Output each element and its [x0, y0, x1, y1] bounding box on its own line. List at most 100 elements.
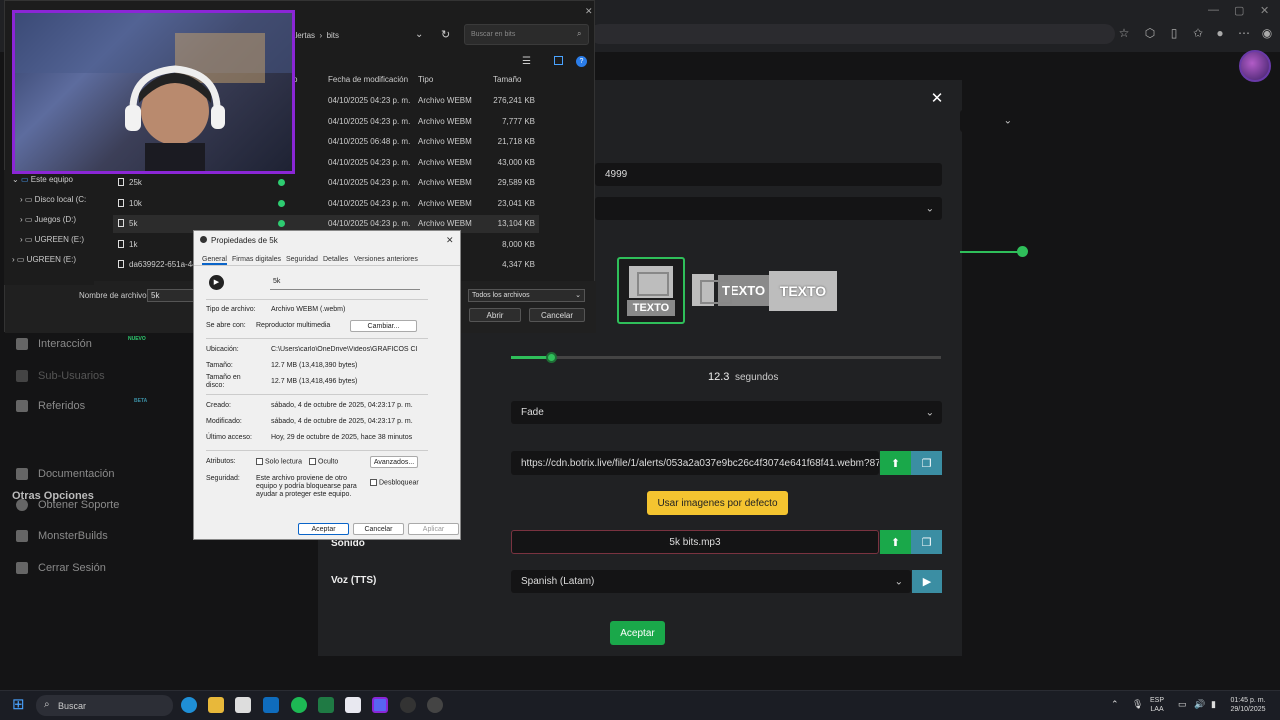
sound-file-input[interactable]: 5k bits.mp3: [511, 530, 879, 554]
explorer-cancel-button[interactable]: Cancelar: [529, 308, 585, 322]
advanced-button[interactable]: Avanzados...: [370, 456, 418, 468]
voice-label: Voz (TTS): [331, 575, 377, 586]
file-type-select[interactable]: Todos los archivos ⌄: [468, 289, 585, 302]
view-list-icon[interactable]: ☰: [522, 56, 531, 67]
open-button[interactable]: Abrir: [469, 308, 521, 322]
file-name: da639922-651a-444: [129, 260, 202, 269]
properties-ok-button[interactable]: Aceptar: [298, 523, 349, 535]
windows-start-icon[interactable]: ⊞: [12, 697, 28, 713]
close-dialog-icon[interactable]: ✕: [585, 6, 593, 17]
outlook-icon[interactable]: [263, 697, 279, 713]
tree-item-disco-c[interactable]: › ▭ Disco local (C:: [20, 195, 86, 204]
properties-apply-button[interactable]: Aplicar: [408, 523, 459, 535]
properties-cancel-button[interactable]: Cancelar: [353, 523, 404, 535]
file-name-field[interactable]: 5k: [270, 277, 420, 290]
readonly-checkbox[interactable]: Solo lectura: [256, 458, 302, 465]
change-button[interactable]: Cambiar...: [350, 320, 417, 332]
file-type: Archivo WEBM: [418, 178, 472, 187]
clock[interactable]: 01:45 p. m. 29/10/2025: [1226, 696, 1270, 714]
tab-firmas[interactable]: Firmas digitales: [232, 256, 281, 263]
minimize-icon[interactable]: —: [1208, 4, 1219, 16]
network-icon[interactable]: ▭: [1178, 700, 1187, 709]
sidebar-item-subusuarios[interactable]: Sub-Usuarios: [16, 370, 105, 382]
column-type[interactable]: Tipo: [418, 75, 433, 84]
location-value: C:\Users\carlo\OneDrive\Videos\GRAFICOS …: [271, 346, 418, 353]
store-icon[interactable]: [235, 697, 251, 713]
gallery-sound-button[interactable]: ❐: [911, 530, 942, 554]
tree-item-este-equipo[interactable]: ⌄ ▭ Este equipo: [12, 175, 73, 184]
layout-option-image-left[interactable]: TEXTO: [692, 274, 770, 306]
image-url-input[interactable]: https://cdn.botrix.live/file/1/alerts/05…: [511, 451, 879, 475]
amount-input[interactable]: 4999: [595, 163, 942, 186]
layout-option-image-top[interactable]: TEXTO: [617, 257, 685, 324]
app-icon[interactable]: [345, 697, 361, 713]
hidden-checkbox[interactable]: Oculto: [309, 458, 338, 465]
refresh-icon[interactable]: ↻: [441, 28, 450, 41]
language-indicator[interactable]: ESP LAA: [1150, 696, 1164, 714]
volume-icon[interactable]: 🔊: [1194, 700, 1205, 709]
tab-general[interactable]: General: [202, 256, 227, 265]
copilot-icon[interactable]: ◉: [1260, 26, 1274, 40]
gallery-image-button[interactable]: ❐: [911, 451, 942, 475]
explorer-search-input[interactable]: Buscar en bits: [464, 24, 589, 45]
favorites-icon[interactable]: ✩: [1191, 26, 1205, 40]
tab-seguridad[interactable]: Seguridad: [286, 256, 318, 263]
close-window-icon[interactable]: ✕: [1260, 4, 1269, 17]
tree-item-ugreen-e-2[interactable]: › ▭ UGREEN (E:): [12, 255, 76, 264]
type-select[interactable]: ⌄: [595, 197, 942, 220]
extensions-icon[interactable]: ⬡: [1143, 26, 1157, 40]
properties-close-icon[interactable]: ✕: [446, 235, 454, 246]
profile-icon[interactable]: ●: [1213, 26, 1227, 40]
unblock-checkbox[interactable]: Desbloquear: [370, 479, 419, 486]
microphone-icon[interactable]: 🎙: [1132, 700, 1143, 709]
column-size[interactable]: Tamaño: [493, 75, 521, 84]
layout-option-overlay[interactable]: TEXTO: [769, 271, 837, 311]
tree-item-ugreen-e[interactable]: › ▭ UGREEN (E:): [20, 235, 84, 244]
chevron-up-icon[interactable]: ⌃: [1111, 700, 1119, 709]
user-avatar[interactable]: [1239, 50, 1271, 82]
preview-pane-icon[interactable]: [554, 56, 563, 65]
taskbar-search[interactable]: ⌕ Buscar: [36, 695, 173, 716]
spotify-icon[interactable]: [291, 697, 307, 713]
sidebar-item-monsterbuilds[interactable]: MonsterBuilds: [16, 530, 108, 542]
sidebar-item-cerrar-sesion[interactable]: Cerrar Sesión: [16, 562, 106, 574]
divider: [206, 394, 428, 395]
address-bar[interactable]: [590, 24, 1115, 44]
default-images-button[interactable]: Usar imagenes por defecto: [647, 491, 788, 515]
sidebar-item-interaccion[interactable]: Interacción: [16, 338, 92, 350]
upload-image-button[interactable]: ⬆: [880, 451, 911, 475]
accept-button[interactable]: Aceptar: [610, 621, 665, 645]
obs-icon[interactable]: [400, 697, 416, 713]
media-player-taskbar-icon[interactable]: [427, 697, 443, 713]
volume-slider-thumb[interactable]: [1017, 246, 1028, 257]
split-screen-icon[interactable]: ▯: [1167, 26, 1181, 40]
filename-input[interactable]: 5k: [147, 289, 195, 302]
file-name: 1k: [129, 239, 138, 249]
voice-select[interactable]: Spanish (Latam) ⌄: [511, 570, 911, 593]
battery-icon[interactable]: ▮: [1211, 700, 1216, 709]
tree-item-juegos-d[interactable]: › ▭ Juegos (D:): [20, 215, 76, 224]
excel-icon[interactable]: [318, 697, 334, 713]
file-name: 5k: [129, 219, 138, 228]
upload-sound-button[interactable]: ⬆: [880, 530, 911, 554]
more-icon[interactable]: ⋯: [1237, 26, 1251, 40]
top-select[interactable]: ⌄: [960, 110, 1020, 132]
tab-detalles[interactable]: Detalles: [323, 256, 348, 263]
favorite-star-icon[interactable]: ☆: [1117, 26, 1131, 40]
webcam-overlay: [12, 10, 295, 174]
sidebar-item-documentacion[interactable]: Documentación: [16, 468, 114, 480]
sidebar-item-soporte[interactable]: Obtener Soporte: [16, 499, 119, 511]
modal-close-icon[interactable]: ✕: [930, 91, 944, 106]
maximize-icon[interactable]: ▢: [1234, 4, 1244, 17]
duration-slider-track[interactable]: [511, 356, 941, 359]
sidebar-item-referidos[interactable]: Referidos: [16, 400, 85, 412]
discord-icon[interactable]: [372, 697, 388, 713]
file-explorer-icon[interactable]: [208, 697, 224, 713]
help-icon[interactable]: ?: [576, 56, 587, 67]
chevron-down-icon[interactable]: ⌄: [415, 29, 423, 40]
animation-select[interactable]: Fade ⌄: [511, 401, 942, 424]
column-date[interactable]: Fecha de modificación: [328, 75, 408, 84]
edge-icon[interactable]: [181, 697, 197, 713]
play-voice-button[interactable]: ▶: [912, 570, 942, 593]
tab-versiones[interactable]: Versiones anteriores: [354, 256, 418, 263]
